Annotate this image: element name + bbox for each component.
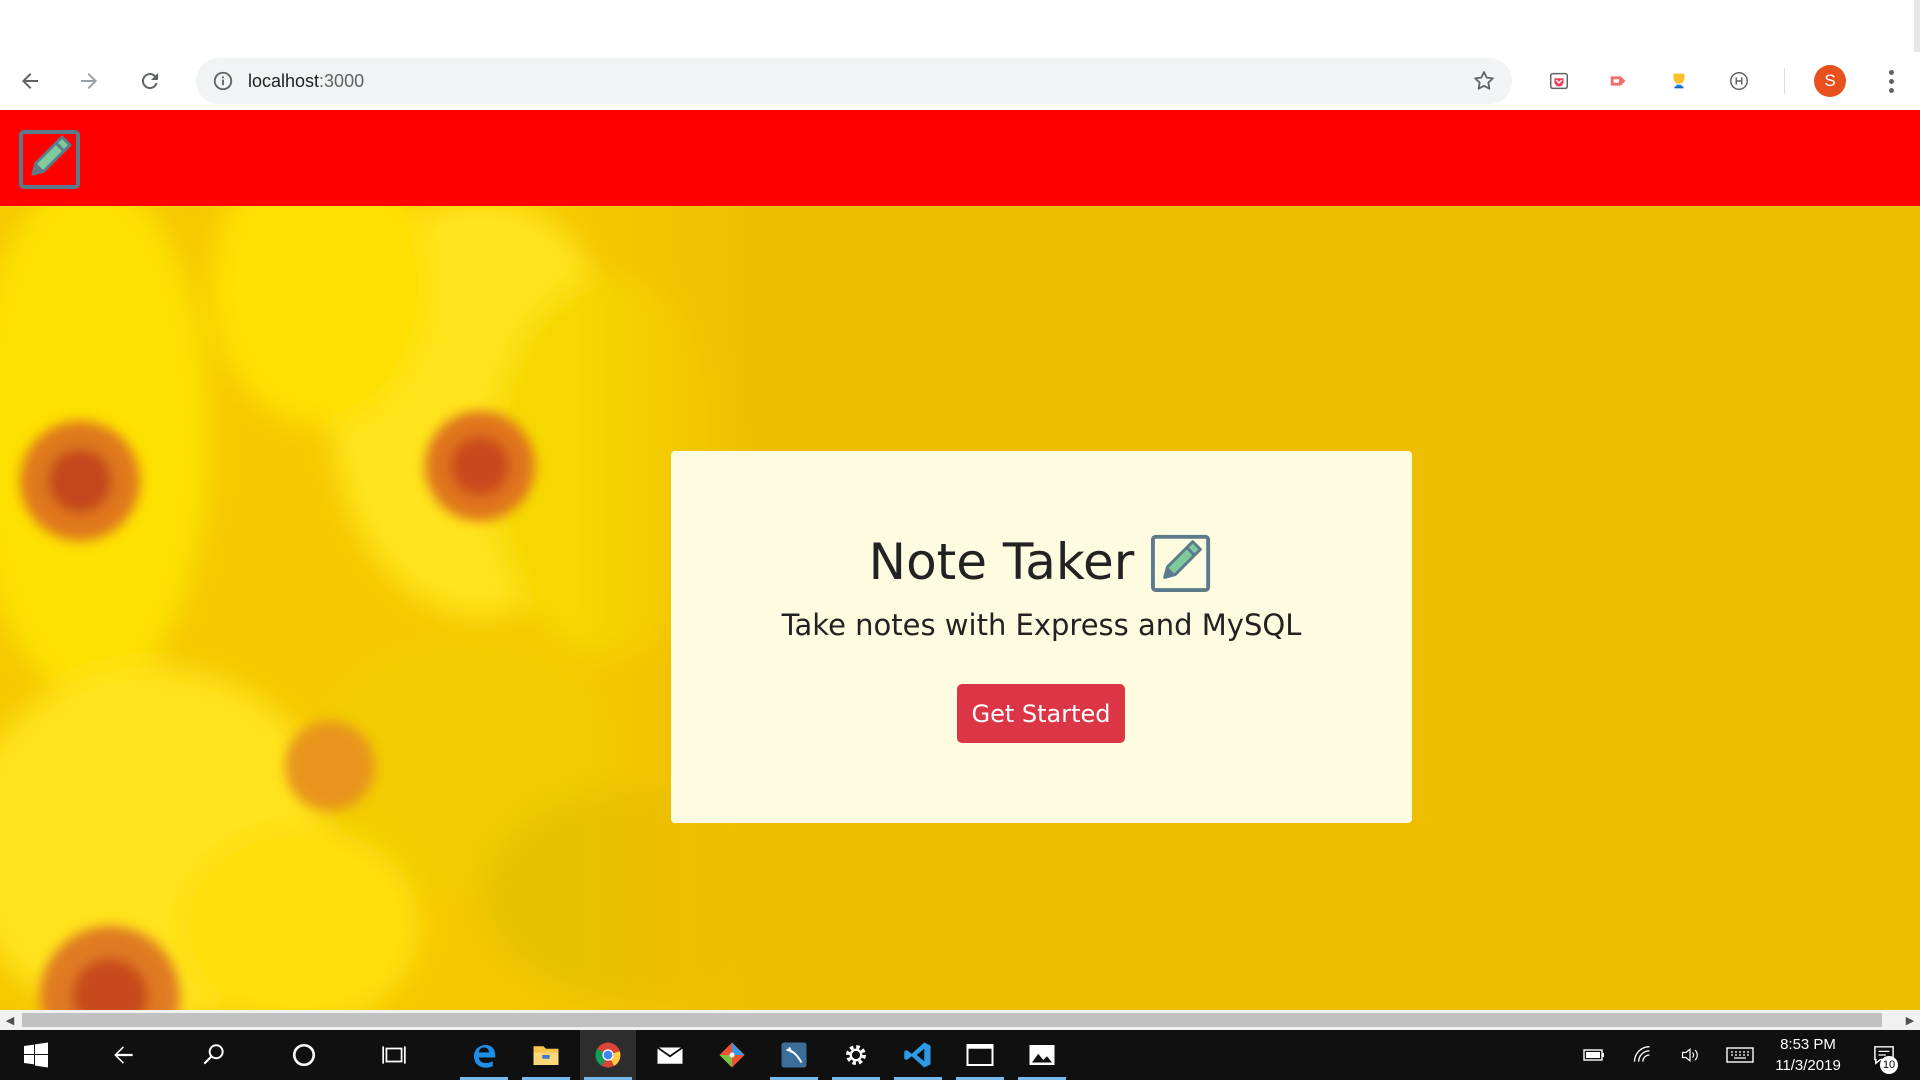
get-started-button[interactable]: Get Started bbox=[957, 684, 1125, 743]
honey-icon[interactable] bbox=[1724, 66, 1754, 96]
scroll-left-icon[interactable]: ◀ bbox=[0, 1010, 20, 1030]
reload-icon bbox=[141, 73, 158, 90]
page-title: Note Taker bbox=[671, 531, 1412, 593]
pocket-icon[interactable] bbox=[1544, 66, 1574, 96]
url-host: localhost bbox=[248, 70, 320, 91]
mysql-workbench-icon[interactable] bbox=[766, 1030, 822, 1080]
page-title-text: Note Taker bbox=[868, 533, 1135, 591]
battery-icon[interactable] bbox=[1576, 1030, 1612, 1080]
url-port: :3000 bbox=[319, 70, 365, 91]
cortana-icon[interactable] bbox=[276, 1030, 332, 1080]
site-navbar bbox=[0, 110, 1920, 206]
profile-avatar[interactable]: S bbox=[1814, 65, 1846, 97]
reload-button[interactable] bbox=[130, 61, 170, 101]
flowers-background-image bbox=[0, 206, 760, 1010]
start-icon[interactable] bbox=[8, 1030, 64, 1080]
edit-note-icon[interactable] bbox=[18, 126, 84, 190]
edit-note-icon bbox=[1151, 534, 1211, 593]
windows-taskbar: 8:53 PM 11/3/2019 10 bbox=[0, 1030, 1920, 1080]
file-explorer-icon[interactable] bbox=[518, 1030, 574, 1080]
task-view-icon[interactable] bbox=[366, 1030, 422, 1080]
scrollbar-thumb[interactable] bbox=[22, 1013, 1882, 1027]
window-edge bbox=[1914, 0, 1920, 52]
arrow-right-icon bbox=[81, 73, 97, 89]
volume-icon[interactable] bbox=[1672, 1030, 1708, 1080]
search-icon[interactable] bbox=[186, 1030, 242, 1080]
browser-toolbar: localhost:3000 S bbox=[0, 52, 1920, 110]
bookmark-star-icon[interactable] bbox=[1472, 69, 1496, 93]
forward-button[interactable] bbox=[69, 61, 109, 101]
scroll-right-icon[interactable]: ▶ bbox=[1900, 1010, 1920, 1030]
chrome-icon[interactable] bbox=[580, 1030, 636, 1080]
vscode-icon[interactable] bbox=[890, 1030, 946, 1080]
photos-icon[interactable] bbox=[1014, 1030, 1070, 1080]
info-icon[interactable] bbox=[212, 70, 234, 92]
browser-tabstrip bbox=[0, 0, 1920, 52]
mail-icon[interactable] bbox=[642, 1030, 698, 1080]
settings-icon[interactable] bbox=[828, 1030, 884, 1080]
browser-menu-button[interactable] bbox=[1876, 64, 1906, 98]
horizontal-scrollbar[interactable]: ◀ ▶ bbox=[0, 1010, 1920, 1030]
terminal-icon[interactable] bbox=[952, 1030, 1008, 1080]
cast-icon[interactable] bbox=[1604, 66, 1634, 96]
back-icon[interactable] bbox=[96, 1030, 152, 1080]
jumbotron-card: Note Taker Take notes with Express and M… bbox=[671, 451, 1412, 823]
arrow-left-icon bbox=[22, 73, 38, 89]
edge-icon[interactable] bbox=[456, 1030, 512, 1080]
page-subtitle: Take notes with Express and MySQL bbox=[781, 608, 1302, 642]
hero-section: Note Taker Take notes with Express and M… bbox=[0, 206, 1920, 1010]
system-clock[interactable]: 8:53 PM 11/3/2019 bbox=[1758, 1034, 1858, 1076]
keyboard-icon[interactable] bbox=[1722, 1030, 1758, 1080]
clock-time: 8:53 PM bbox=[1780, 1036, 1836, 1053]
trophy-icon[interactable] bbox=[1664, 66, 1694, 96]
notification-count-badge: 10 bbox=[1880, 1056, 1898, 1074]
web-page: Note Taker Take notes with Express and M… bbox=[0, 110, 1920, 1010]
git-icon[interactable] bbox=[704, 1030, 760, 1080]
clock-date: 11/3/2019 bbox=[1775, 1057, 1841, 1074]
toolbar-separator bbox=[1784, 68, 1785, 94]
url-text[interactable]: localhost:3000 bbox=[248, 71, 364, 92]
wifi-icon[interactable] bbox=[1624, 1030, 1660, 1080]
back-button[interactable] bbox=[10, 61, 50, 101]
address-bar[interactable]: localhost:3000 bbox=[196, 58, 1512, 104]
